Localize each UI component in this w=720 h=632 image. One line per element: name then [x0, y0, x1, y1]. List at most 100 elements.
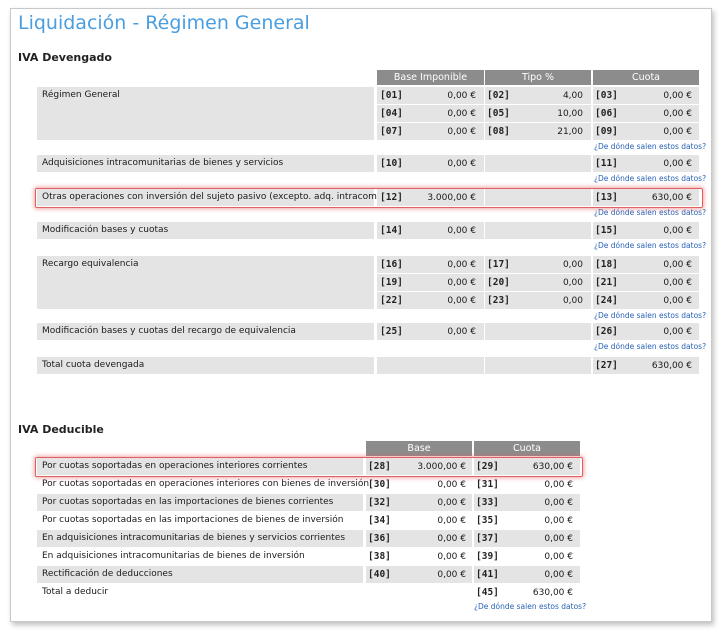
box-code: [30]	[368, 479, 391, 490]
box-code: [23]	[487, 295, 510, 306]
deducible-row-label: Por cuotas soportadas en operaciones int…	[42, 479, 370, 489]
devengado-cell-tipo	[485, 155, 591, 172]
box-code: [09]	[595, 126, 618, 137]
tipo-value: 0,00	[562, 296, 583, 306]
data-source-link[interactable]: ¿De dónde salen estos datos?	[594, 174, 706, 184]
box-code: [03]	[595, 90, 618, 101]
tipo-value: 21,00	[557, 127, 583, 137]
base-value: 0,00 €	[447, 260, 476, 270]
deducible-row-label: Rectificación de deducciones	[42, 569, 173, 579]
highlight-otras-operaciones	[35, 188, 703, 208]
page-title: Liquidación - Régimen General	[18, 12, 310, 34]
cuota-value: 0,00 €	[663, 159, 692, 169]
box-code: [41]	[476, 569, 499, 580]
cuota-value: 0,00 €	[544, 552, 573, 562]
devengado-row-label: Adquisiciones intracomunitarias de biene…	[42, 158, 284, 168]
box-code: [10]	[380, 158, 403, 169]
box-code: [45]	[476, 587, 499, 598]
devengado-cell-tipo	[485, 357, 591, 374]
box-code: [21]	[595, 277, 618, 288]
cuota-value: 0,00 €	[663, 296, 692, 306]
base-value: 0,00 €	[447, 296, 476, 306]
deducible-row-label: En adquisiciones intracomunitarias de bi…	[42, 551, 305, 561]
data-source-link[interactable]: ¿De dónde salen estos datos?	[594, 208, 706, 218]
cuota-value: 0,00 €	[544, 534, 573, 544]
cuota-value: 0,00 €	[663, 109, 692, 119]
box-code: [38]	[368, 551, 391, 562]
tipo-value: 0,00	[562, 260, 583, 270]
box-code: [33]	[476, 497, 499, 508]
box-code: [25]	[380, 326, 403, 337]
box-code: [31]	[476, 479, 499, 490]
base-value: 0,00 €	[437, 534, 466, 544]
deducible-row-label: Total a deducir	[42, 587, 109, 597]
column-header-devengado-1: Base Imponible	[377, 70, 484, 85]
cuota-value: 0,00 €	[544, 498, 573, 508]
box-code: [07]	[380, 126, 403, 137]
tipo-value: 0,00	[562, 278, 583, 288]
base-value: 0,00 €	[437, 552, 466, 562]
box-code: [37]	[476, 533, 499, 544]
box-code: [17]	[487, 259, 510, 270]
box-code: [01]	[380, 90, 403, 101]
base-value: 0,00 €	[447, 109, 476, 119]
column-header-cuota: Cuota	[474, 441, 580, 456]
box-code: [35]	[476, 515, 499, 526]
tipo-value: 4,00	[562, 91, 583, 101]
box-code: [36]	[368, 533, 391, 544]
cuota-value: 0,00 €	[663, 226, 692, 236]
cuota-value: 0,00 €	[663, 327, 692, 337]
devengado-row-label: Régimen General	[42, 90, 120, 100]
devengado-row-label: Recargo equivalencia	[42, 259, 139, 269]
base-value: 0,00 €	[437, 480, 466, 490]
box-code: [04]	[380, 108, 403, 119]
box-code: [24]	[595, 295, 618, 306]
devengado-cell-tipo	[485, 323, 591, 340]
cuota-value: 0,00 €	[544, 480, 573, 490]
cuota-value: 630,00 €	[532, 588, 573, 598]
column-header-devengado-3: Cuota	[593, 70, 699, 85]
base-value: 0,00 €	[447, 327, 476, 337]
data-source-link[interactable]: ¿De dónde salen estos datos?	[594, 342, 706, 352]
column-header-devengado-2: Tipo %	[485, 70, 591, 85]
tipo-value: 10,00	[557, 109, 583, 119]
base-value: 0,00 €	[447, 159, 476, 169]
section-title-iva-deducible: IVA Deducible	[18, 423, 104, 436]
box-code: [40]	[368, 569, 391, 580]
box-code: [18]	[595, 259, 618, 270]
base-value: 0,00 €	[447, 278, 476, 288]
base-value: 0,00 €	[437, 516, 466, 526]
box-code: [15]	[595, 225, 618, 236]
box-code: [08]	[487, 126, 510, 137]
base-value: 0,00 €	[437, 498, 466, 508]
box-code: [11]	[595, 158, 618, 169]
base-value: 0,00 €	[437, 570, 466, 580]
data-source-link[interactable]: ¿De dónde salen estos datos?	[594, 142, 706, 152]
devengado-row-label: Total cuota devengada	[42, 360, 145, 370]
deducible-row-label: En adquisiciones intracomunitarias de bi…	[42, 533, 346, 543]
box-code: [22]	[380, 295, 403, 306]
deducible-row-label: Por cuotas soportadas en las importacion…	[42, 497, 334, 507]
box-code: [19]	[380, 277, 403, 288]
data-source-link[interactable]: ¿De dónde salen estos datos?	[594, 311, 706, 321]
cuota-value: 0,00 €	[663, 260, 692, 270]
section-title-iva-devengado: IVA Devengado	[18, 51, 112, 64]
devengado-cell-tipo	[485, 222, 591, 239]
box-code: [02]	[487, 90, 510, 101]
box-code: [06]	[595, 108, 618, 119]
data-source-link[interactable]: ¿De dónde salen estos datos?	[474, 602, 586, 612]
box-code: [32]	[368, 497, 391, 508]
box-code: [39]	[476, 551, 499, 562]
base-value: 0,00 €	[447, 127, 476, 137]
deducible-row-label: Por cuotas soportadas en las importacion…	[42, 515, 344, 525]
box-code: [20]	[487, 277, 510, 288]
cuota-value: 0,00 €	[663, 127, 692, 137]
data-source-link[interactable]: ¿De dónde salen estos datos?	[594, 241, 706, 251]
column-header-base: Base	[366, 441, 472, 456]
deducible-cell-base	[366, 584, 472, 601]
base-value: 0,00 €	[447, 226, 476, 236]
cuota-value: 0,00 €	[544, 570, 573, 580]
cuota-value: 0,00 €	[663, 91, 692, 101]
highlight-cuotas-corrientes	[35, 457, 583, 477]
base-value: 0,00 €	[447, 91, 476, 101]
